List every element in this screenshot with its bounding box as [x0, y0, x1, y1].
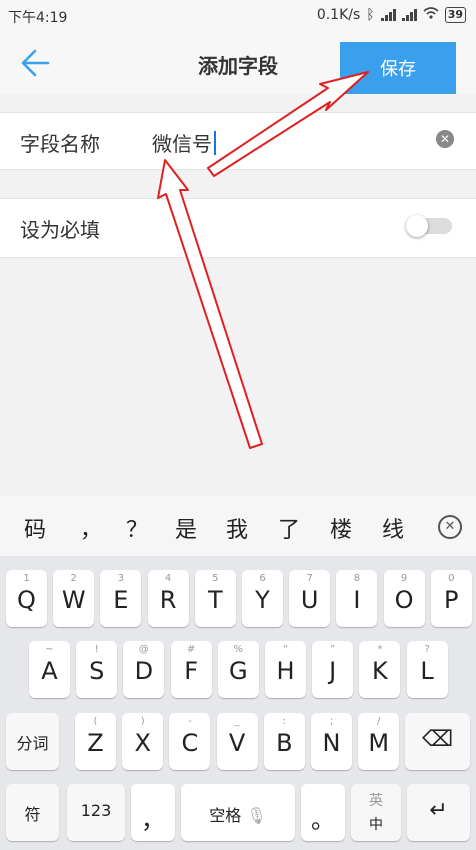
symbols-key[interactable]: 符 — [6, 784, 59, 841]
key-l[interactable]: ? L — [406, 641, 448, 698]
key-e[interactable]: 3E — [100, 570, 142, 627]
field-name-row: 字段名称 微信号 — [0, 112, 476, 170]
key-t[interactable]: 5T — [194, 570, 236, 627]
key-y[interactable]: 6Y — [242, 570, 283, 627]
key-w[interactable]: 2W — [53, 570, 95, 627]
key-g[interactable]: % G — [217, 641, 259, 698]
toggle-knob — [406, 215, 428, 237]
numbers-key[interactable]: 123 — [67, 784, 125, 841]
key-c[interactable]: -C — [169, 713, 211, 770]
back-button[interactable] — [18, 46, 54, 80]
ime-candidate-bar: 码 ， ？ 是 我 了 楼 线 — [0, 496, 476, 556]
required-row: 设为必填 — [0, 198, 476, 258]
key-i[interactable]: 8I — [336, 570, 378, 627]
candidate-item[interactable]: ？ — [126, 512, 148, 544]
key-d[interactable]: @ D — [123, 641, 165, 698]
microphone-icon: 🎙 — [246, 806, 267, 825]
save-button[interactable]: 保存 — [340, 42, 456, 94]
key-a[interactable]: ~ A — [29, 641, 70, 698]
clear-input-icon[interactable]: ✕ — [436, 130, 454, 148]
candidate-item[interactable]: 是 — [175, 512, 197, 544]
key-k[interactable]: * K — [359, 641, 401, 698]
space-key[interactable]: 空格 🎙 — [181, 784, 295, 841]
key-f[interactable]: # F — [170, 641, 212, 698]
language-switch-key[interactable]: 英 中 — [351, 784, 401, 841]
field-name-value: 微信号 — [152, 132, 212, 156]
enter-key[interactable]: ↵ — [407, 784, 470, 841]
key-v[interactable]: _ V — [216, 713, 258, 770]
comma-key[interactable]: ， — [131, 784, 175, 841]
status-time: 下午4:19 — [8, 10, 68, 26]
candidate-item[interactable]: 我 — [226, 512, 248, 544]
keyboard: 1Q2W3E4R5T6Y7U8I9O0P ~ A! S @ D # F% G “H” J * K? L … — [0, 556, 476, 850]
candidate-item[interactable]: 楼 — [330, 512, 352, 544]
key-p[interactable]: 0P — [430, 570, 472, 627]
status-icons: 0.1K/s ᛒ 39 — [317, 7, 466, 23]
segment-key[interactable]: 分词 — [6, 713, 59, 770]
period-key[interactable]: 。 — [301, 784, 345, 841]
key-n[interactable]: ; N — [311, 713, 352, 770]
status-bar: 下午4:19 0.1K/s ᛒ 39 — [0, 0, 476, 32]
key-u[interactable]: 7U — [289, 570, 331, 627]
network-speed: 0.1K/s — [316, 7, 361, 23]
field-name-label: 字段名称 — [20, 132, 100, 156]
backspace-key[interactable]: ⌫ — [405, 713, 470, 770]
key-j[interactable]: ” J — [312, 641, 354, 698]
key-x[interactable]: ) X — [122, 713, 164, 770]
signal-icon — [380, 9, 396, 21]
candidate-item[interactable]: ， — [80, 512, 102, 544]
candidate-item[interactable]: 了 — [278, 512, 300, 544]
key-m[interactable]: / M — [358, 713, 400, 770]
key-o[interactable]: 9O — [383, 570, 425, 627]
candidate-item[interactable]: 码 — [24, 512, 46, 544]
app-bar: 添加字段 保存 — [0, 32, 476, 94]
text-cursor — [214, 131, 216, 155]
battery-indicator: 39 — [444, 7, 466, 23]
key-q[interactable]: 1Q — [6, 570, 47, 627]
key-h[interactable]: “H — [265, 641, 306, 698]
wifi-icon — [423, 7, 439, 23]
key-b[interactable]: :B — [263, 713, 305, 770]
signal-icon-2 — [401, 9, 417, 21]
required-label: 设为必填 — [20, 218, 100, 242]
candidate-item[interactable]: 线 — [382, 512, 404, 544]
key-s[interactable]: ! S — [76, 641, 118, 698]
bluetooth-icon: ᛒ — [366, 7, 375, 23]
required-toggle[interactable] — [406, 215, 452, 237]
key-z[interactable]: (Z — [75, 713, 116, 770]
key-r[interactable]: 4R — [147, 570, 189, 627]
field-name-input[interactable]: 微信号 — [152, 128, 216, 157]
arrow-left-icon — [21, 49, 50, 77]
close-candidates-icon[interactable]: ✕ — [438, 515, 462, 539]
